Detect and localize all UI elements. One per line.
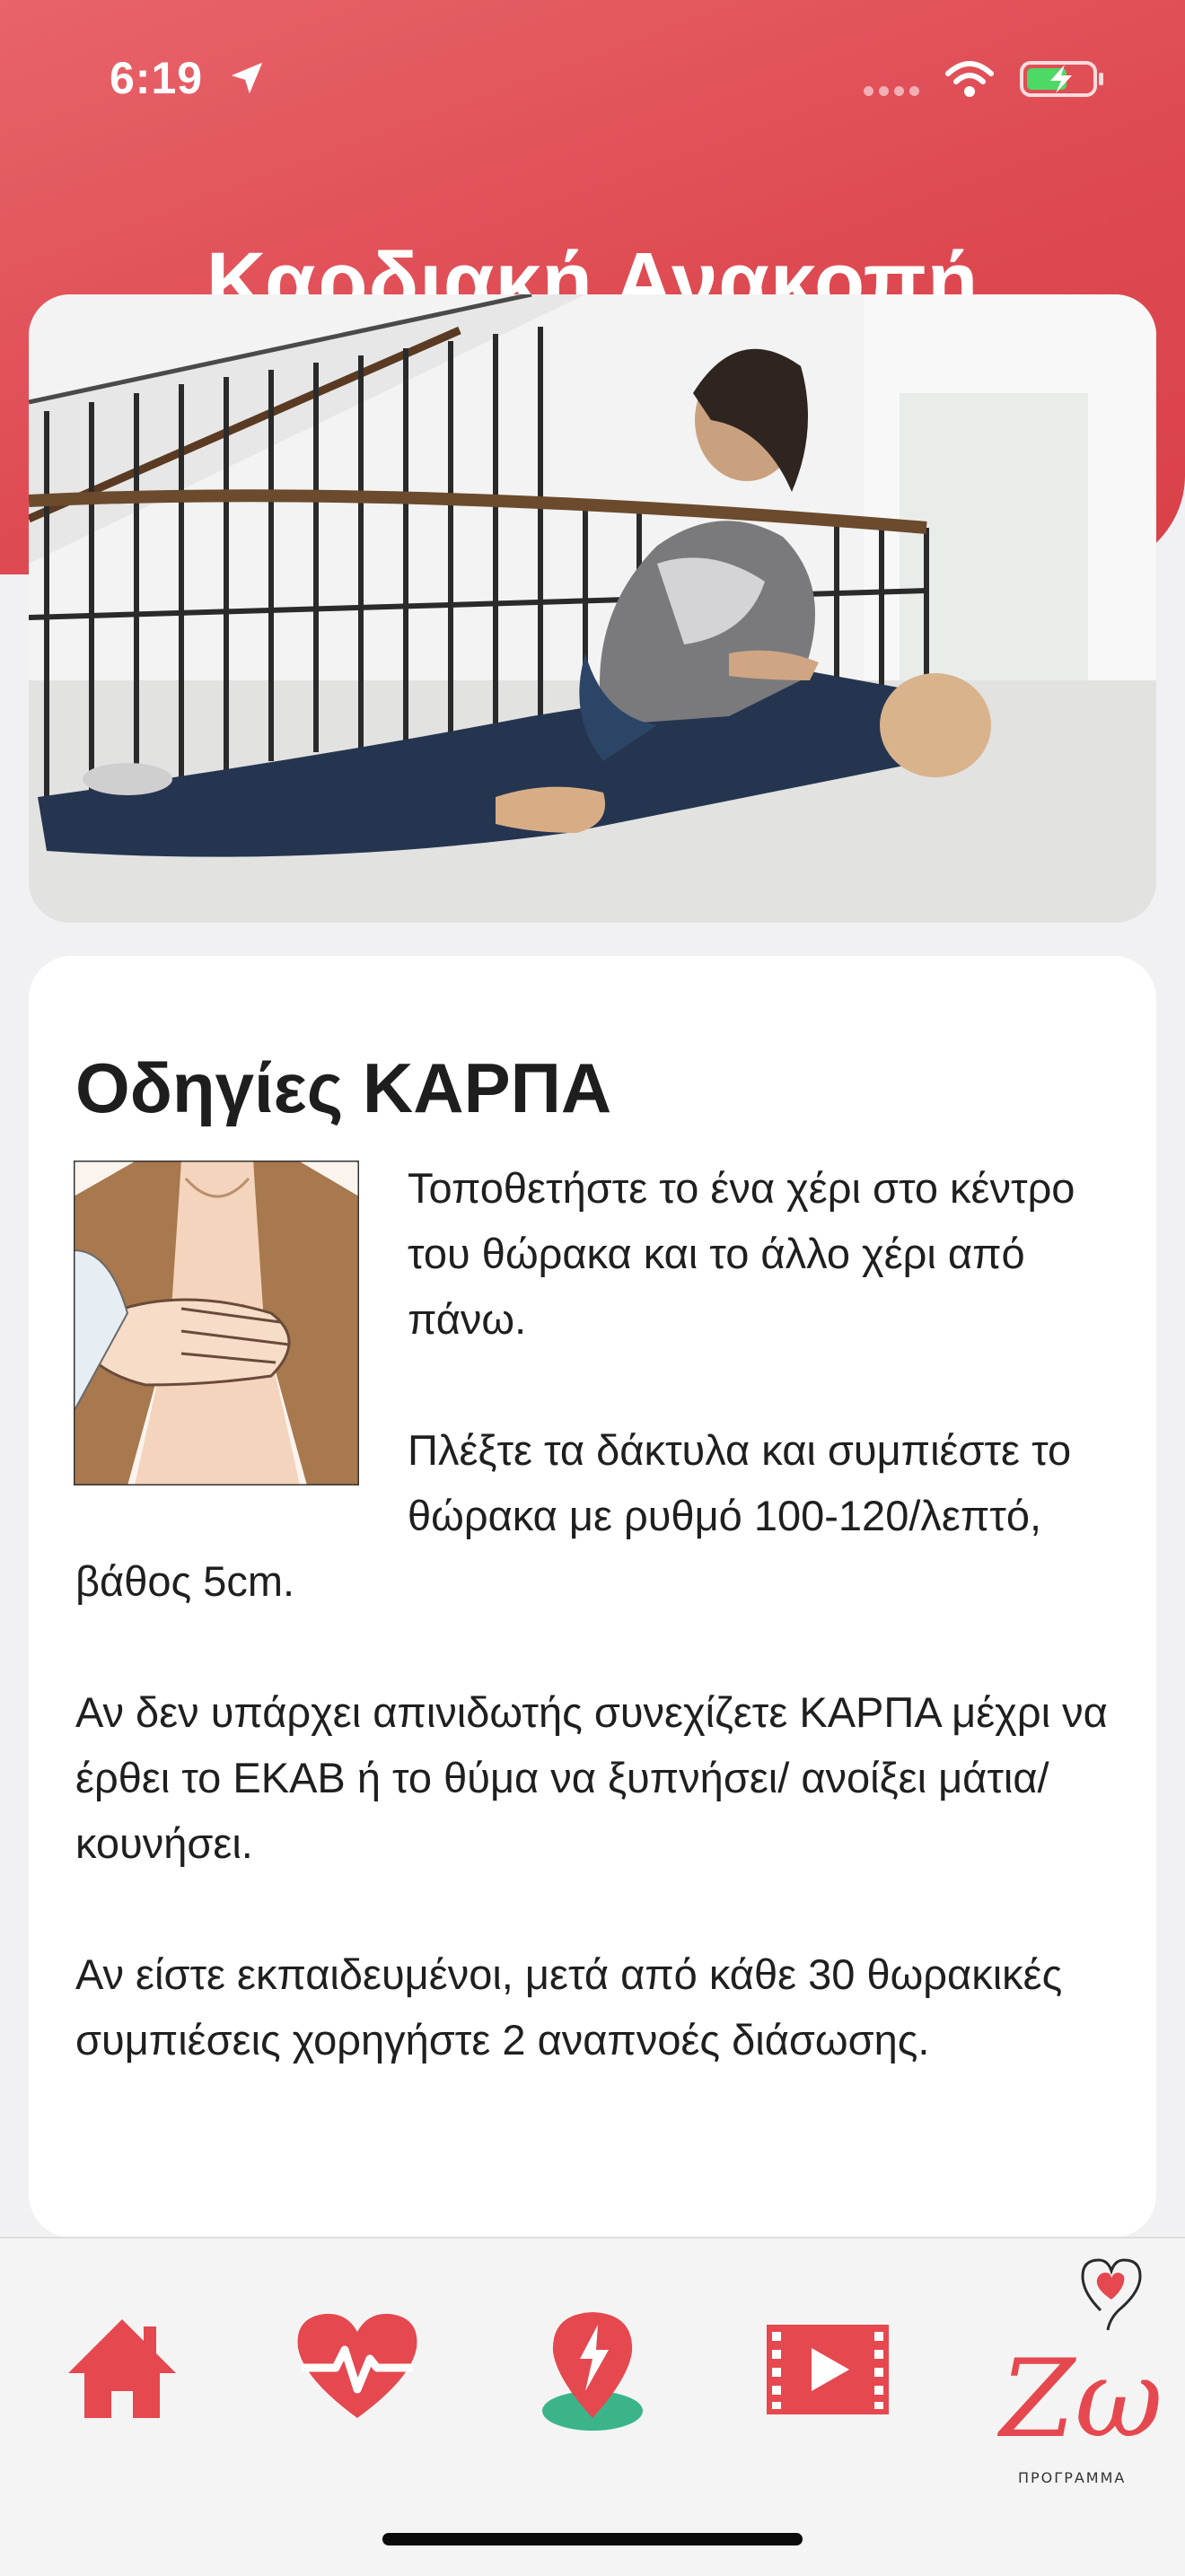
status-bar: 6:19 (0, 0, 1185, 162)
logo-text: Zωη (996, 2337, 1163, 2462)
heart-pulse-icon (297, 2313, 417, 2418)
instruction-paragraph: Αν δεν υπάρχει απινιδωτής συνεχίζετε ΚΑΡ… (75, 1688, 1108, 1867)
card-instructions: Τοποθετήστε το ένα χέρι στο κέντρο του θ… (75, 1155, 1117, 2138)
video-icon (767, 2325, 889, 2414)
cellular-signal-icon (864, 84, 925, 101)
zoi-program-logo[interactable]: Zωη ΠΡΟΓΡΑΜΜΑ (984, 2247, 1163, 2490)
location-arrow-icon (231, 62, 263, 94)
card-title: Οδηγίες ΚΑΡΠΑ (75, 1048, 612, 1127)
home-icon (68, 2319, 176, 2418)
wifi-icon (945, 61, 994, 97)
tab-aed-map[interactable] (521, 2292, 664, 2436)
tab-home[interactable] (50, 2292, 194, 2436)
instruction-paragraph: Αν είστε εκπαιδευμένοι, μετά από κάθε 30… (75, 1950, 1063, 2063)
cpr-instructions-card: Οδηγίες ΚΑΡΠΑ Τοποθετήστε το ένα χέρι στ… (29, 956, 1156, 2238)
bottom-tab-bar: Zωη ΠΡΟΓΡΑΜΜΑ (0, 2237, 1185, 2576)
tab-videos[interactable] (756, 2292, 900, 2436)
cpr-hero-image (29, 294, 1156, 923)
status-time: 6:19 (110, 53, 204, 103)
aed-location-icon (542, 2312, 643, 2431)
battery-charging-icon (1020, 61, 1103, 97)
tab-heart[interactable] (285, 2292, 429, 2436)
home-indicator[interactable] (382, 2533, 803, 2545)
logo-subtext: ΠΡΟΓΡΑΜΜΑ (1018, 2469, 1126, 2486)
